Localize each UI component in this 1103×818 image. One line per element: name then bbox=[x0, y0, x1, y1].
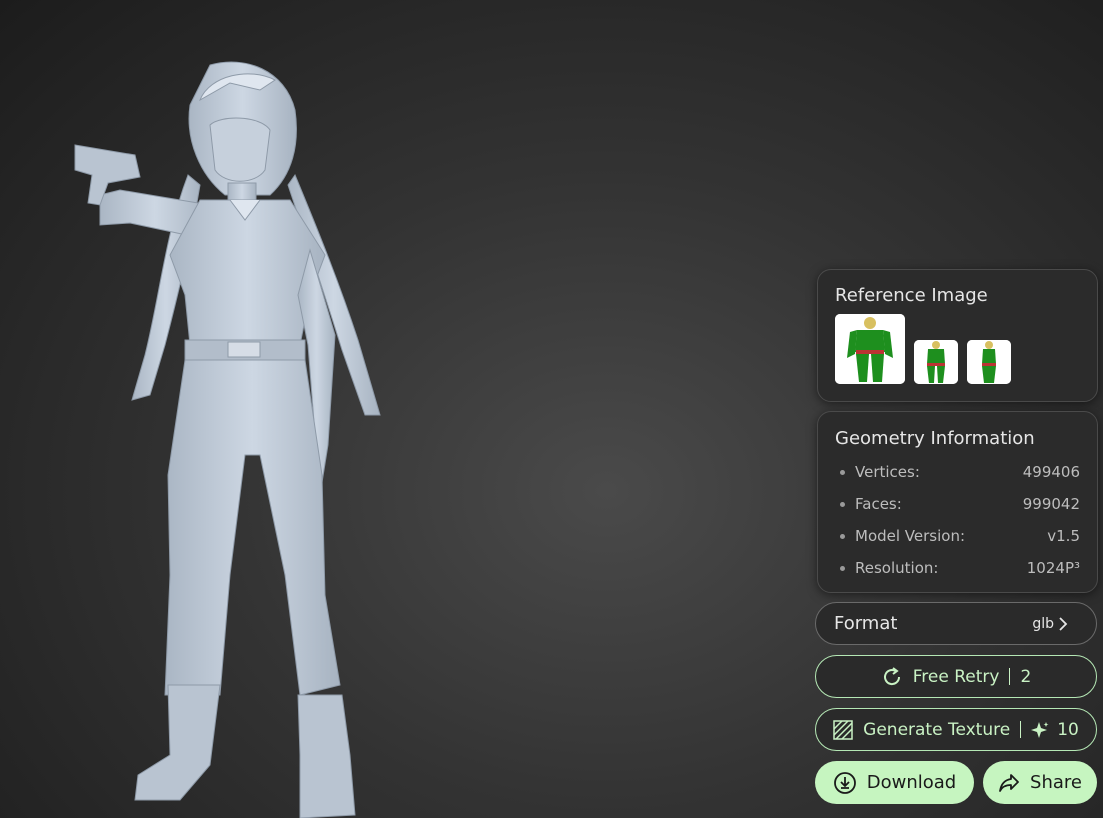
texture-icon bbox=[833, 719, 853, 740]
bullet-icon bbox=[840, 469, 845, 475]
free-retry-count: 2 bbox=[1020, 666, 1032, 687]
3d-model-preview[interactable] bbox=[60, 55, 420, 818]
geometry-row-model-version: Model Version: v1.5 bbox=[840, 520, 1080, 552]
format-value: glb bbox=[1032, 615, 1054, 632]
share-button[interactable]: Share bbox=[983, 761, 1097, 804]
generate-texture-label: Generate Texture bbox=[863, 719, 1011, 740]
geometry-information-title: Geometry Information bbox=[835, 428, 1035, 449]
free-retry-label: Free Retry bbox=[912, 666, 1000, 687]
geometry-value: 499406 bbox=[1022, 463, 1080, 481]
chevron-right-icon bbox=[1059, 616, 1068, 631]
geometry-row-vertices: Vertices: 499406 bbox=[840, 456, 1080, 488]
geometry-row-faces: Faces: 999042 bbox=[840, 488, 1080, 520]
geometry-row-resolution: Resolution: 1024P³ bbox=[840, 552, 1080, 584]
format-label: Format bbox=[834, 613, 898, 634]
download-label: Download bbox=[866, 772, 957, 793]
bullet-icon bbox=[840, 501, 845, 507]
divider bbox=[1020, 721, 1022, 738]
geometry-value: 1024P³ bbox=[1026, 559, 1080, 577]
reference-thumbnails bbox=[835, 314, 1011, 384]
generate-texture-button[interactable]: Generate Texture 10 bbox=[815, 708, 1097, 751]
generate-texture-count: 10 bbox=[1057, 719, 1079, 740]
reference-thumbnail-side[interactable] bbox=[967, 340, 1011, 384]
format-selector[interactable]: Format glb bbox=[815, 602, 1097, 645]
share-label: Share bbox=[1030, 772, 1082, 793]
bullet-icon bbox=[840, 565, 845, 571]
download-button[interactable]: Download bbox=[815, 761, 974, 804]
geometry-value: v1.5 bbox=[1047, 527, 1080, 545]
divider bbox=[1009, 668, 1011, 685]
share-icon bbox=[999, 773, 1019, 792]
reference-thumbnail-back[interactable] bbox=[914, 340, 958, 384]
reference-image-title: Reference Image bbox=[835, 285, 988, 306]
reference-thumbnail-front[interactable] bbox=[835, 314, 905, 384]
geometry-information-panel: Geometry Information Vertices: 499406 Fa… bbox=[817, 411, 1098, 593]
geometry-label: Model Version: bbox=[855, 527, 966, 545]
geometry-label: Resolution: bbox=[855, 559, 939, 577]
geometry-value: 999042 bbox=[1022, 495, 1080, 513]
geometry-list: Vertices: 499406 Faces: 999042 Model Ver… bbox=[840, 456, 1080, 584]
geometry-label: Faces: bbox=[855, 495, 902, 513]
reference-image-panel: Reference Image bbox=[817, 269, 1098, 402]
sparkle-icon bbox=[1031, 721, 1049, 738]
download-icon bbox=[833, 771, 856, 794]
geometry-label: Vertices: bbox=[855, 463, 920, 481]
free-retry-button[interactable]: Free Retry 2 bbox=[815, 655, 1097, 698]
bullet-icon bbox=[840, 533, 845, 539]
refresh-icon bbox=[883, 666, 900, 685]
